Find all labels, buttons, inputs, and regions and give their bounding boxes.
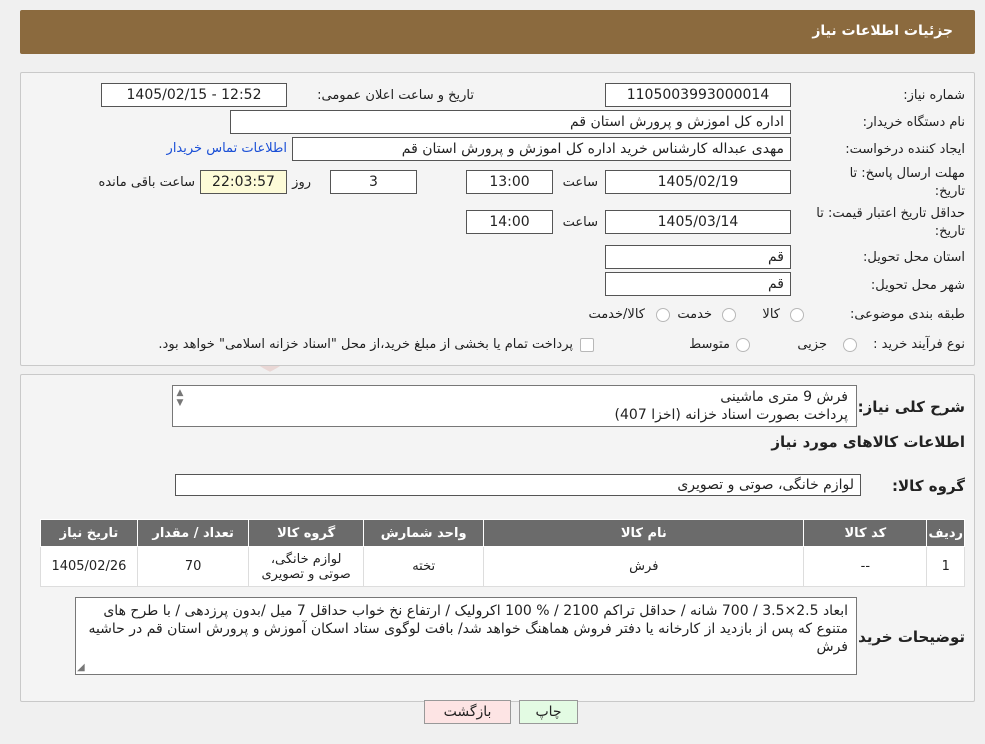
col-code-header: کد کالا [803, 519, 928, 547]
announce-label: تاریخ و ساعت اعلان عمومی: [317, 88, 474, 103]
province-label: استان محل تحویل: [863, 250, 965, 265]
buyer-org-label: نام دستگاه خریدار: [862, 115, 965, 130]
treasury-checkbox[interactable] [580, 338, 594, 352]
city-label: شهر محل تحویل: [870, 278, 965, 293]
col-qty-header: تعداد / مقدار [136, 519, 250, 547]
province-field: قم [605, 245, 791, 269]
category-service-radio[interactable] [722, 308, 736, 322]
deadline-label-line1: مهلت ارسال پاسخ: تا [849, 166, 965, 181]
announce-field: 1405/02/15 - 12:52 [101, 83, 287, 107]
deadline-label-line2: تاریخ: [934, 184, 965, 199]
process-label: نوع فرآیند خرید : [873, 337, 965, 352]
buyer-notes-textarea[interactable]: ابعاد 2.5×3.5 / 700 شانه / حداقل تراکم 2… [75, 597, 857, 675]
process-minor-label: جزیی [797, 337, 827, 352]
summary-line-1: فرش 9 متری ماشینی [720, 389, 848, 405]
summary-scroll-arrows[interactable]: ▲ ▼ [174, 388, 186, 408]
category-service-label: خدمت [677, 307, 712, 322]
buyer-org-field: اداره کل اموزش و پرورش استان قم [230, 110, 791, 134]
category-label: طبقه بندی موضوعی: [849, 307, 965, 322]
category-goods-radio[interactable] [790, 308, 804, 322]
table-row: 1 -- فرش تخته لوازم خانگی، صوتی و تصویری… [40, 546, 965, 587]
cell-date: 1405/02/26 [40, 546, 138, 587]
col-row-header: ردیف [926, 519, 965, 547]
process-medium-label: متوسط [689, 337, 730, 352]
goods-table: ردیف کد کالا نام کالا واحد شمارش گروه کا… [40, 519, 965, 587]
buyer-notes-text: ابعاد 2.5×3.5 / 700 شانه / حداقل تراکم 2… [88, 603, 848, 655]
deadline-date-field: 1405/02/19 [605, 170, 791, 194]
creator-field: مهدی عبداله کارشناس خرید اداره کل اموزش … [292, 137, 791, 161]
deadline-time-word: ساعت [562, 175, 598, 190]
category-goods-label: کالا [762, 307, 780, 322]
page-header: جزئیات اطلاعات نیاز [20, 10, 975, 54]
process-note: پرداخت تمام یا بخشی از مبلغ خرید،از محل … [158, 337, 573, 352]
validity-time-field: 14:00 [466, 210, 553, 234]
col-name-header: نام کالا [483, 519, 805, 547]
goods-group-field: لوازم خانگی، صوتی و تصویری [175, 474, 861, 496]
validity-date-field: 1405/03/14 [605, 210, 791, 234]
goods-group-label: گروه کالا: [892, 477, 965, 495]
cell-name: فرش [483, 546, 805, 587]
category-goods-service-label: کالا/خدمت [588, 307, 645, 322]
cell-row: 1 [926, 546, 965, 587]
buyer-notes-label: توضیحات خریدار: [838, 628, 965, 646]
goods-table-container: ردیف کد کالا نام کالا واحد شمارش گروه کا… [40, 519, 965, 587]
table-header-row: ردیف کد کالا نام کالا واحد شمارش گروه کا… [40, 519, 965, 547]
remaining-time-field: 22:03:57 [200, 170, 287, 194]
summary-line-2: پرداخت بصورت اسناد خزانه (اخزا 407) [614, 407, 848, 423]
cell-group: لوازم خانگی، صوتی و تصویری [248, 546, 364, 587]
deadline-time-field: 13:00 [466, 170, 553, 194]
city-field: قم [605, 272, 791, 296]
cell-qty: 70 [136, 546, 250, 587]
need-number-field: 1105003993000014 [605, 83, 791, 107]
validity-time-word: ساعت [562, 215, 598, 230]
summary-label: شرح کلی نیاز: [857, 398, 965, 416]
validity-label-line2: تاریخ: [934, 224, 965, 239]
days-remaining-field: 3 [330, 170, 417, 194]
resize-handle-icon[interactable]: ◢ [77, 662, 85, 673]
summary-textarea[interactable]: فرش 9 متری ماشینی پرداخت بصورت اسناد خزا… [172, 385, 857, 427]
print-button[interactable]: چاپ [519, 700, 578, 724]
col-unit-header: واحد شمارش [362, 519, 485, 547]
category-goods-service-radio[interactable] [656, 308, 670, 322]
goods-info-title: اطلاعات کالاهای مورد نیاز [771, 433, 965, 451]
back-button[interactable]: بازگشت [424, 700, 511, 724]
remaining-word: ساعت باقی مانده [98, 175, 195, 190]
process-minor-radio[interactable] [843, 338, 857, 352]
cell-code: -- [803, 546, 928, 587]
page-title: جزئیات اطلاعات نیاز [812, 23, 953, 39]
validity-label-line1: حداقل تاریخ اعتبار قیمت: تا [816, 206, 965, 221]
col-group-header: گروه کالا [248, 519, 364, 547]
cell-unit: تخته [362, 546, 485, 587]
need-number-label: شماره نیاز: [903, 88, 965, 103]
process-medium-radio[interactable] [736, 338, 750, 352]
col-date-header: تاریخ نیاز [40, 519, 138, 547]
creator-label: ایجاد کننده درخواست: [845, 142, 965, 157]
buyer-contact-link[interactable]: اطلاعات تماس خریدار [167, 141, 287, 156]
